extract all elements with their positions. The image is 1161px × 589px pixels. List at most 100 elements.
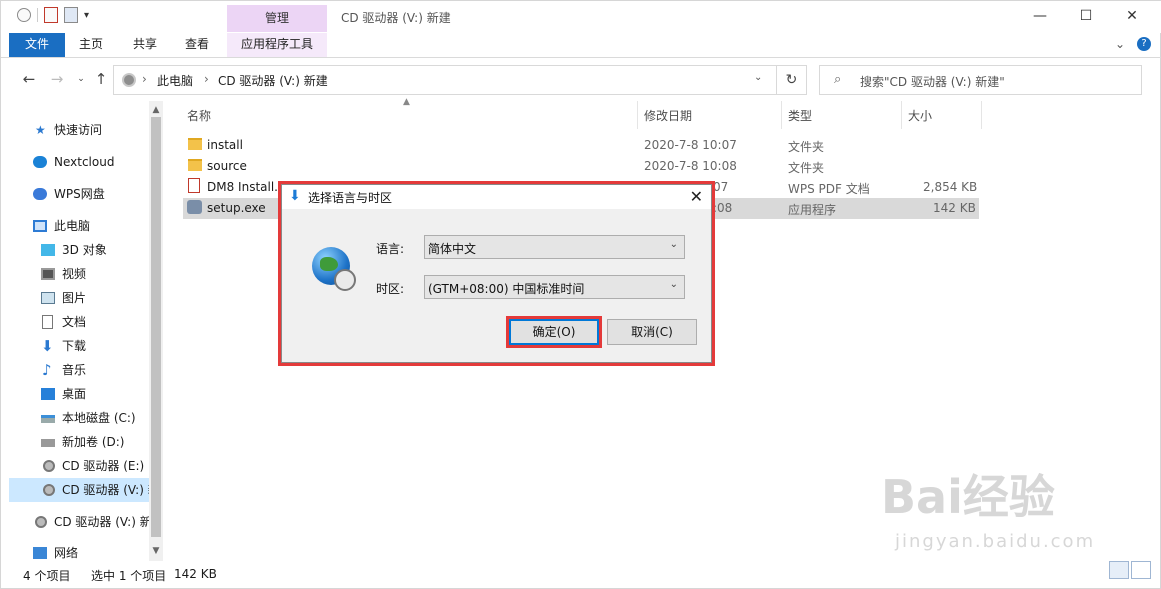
dialog-close-icon[interactable]: ✕ [690, 187, 703, 206]
cloud-icon [33, 188, 47, 200]
sidebar-item-pictures[interactable]: 图片 [1, 286, 161, 310]
refresh-icon[interactable]: ↻ [777, 65, 807, 95]
desktop-icon [41, 388, 55, 400]
cd-drive-icon [35, 516, 47, 528]
save-icon[interactable] [17, 8, 31, 22]
video-icon [41, 268, 55, 280]
scroll-up-icon[interactable]: ▲ [149, 103, 163, 117]
explorer-window: ▾ 管理 CD 驱动器 (V:) 新建 — ☐ ✕ 文件 主页 共享 查看 应用… [0, 0, 1161, 589]
cd-drive-icon [43, 460, 55, 472]
dialog-title: 选择语言与时区 [308, 191, 393, 205]
table-row[interactable]: install 2020-7-8 10:07 文件夹 [183, 135, 979, 156]
cd-drive-icon [43, 484, 55, 496]
search-placeholder: 搜索"CD 驱动器 (V:) 新建" [860, 75, 1005, 89]
status-size: 142 KB [174, 567, 217, 581]
sidebar-item-volume-d[interactable]: 新加卷 (D:) [1, 430, 161, 454]
maximize-button[interactable]: ☐ [1063, 1, 1109, 33]
up-icon[interactable]: ↑ [91, 69, 111, 89]
download-arrow-icon: ⬇ [289, 188, 301, 204]
star-icon: ★ [35, 123, 46, 137]
sidebar-scroll-thumb[interactable] [151, 117, 161, 537]
chevron-right-icon: › [204, 72, 209, 86]
column-separator[interactable] [901, 101, 902, 129]
dialog-title-bar: ⬇ 选择语言与时区 ✕ [282, 185, 711, 209]
context-tab-header: 管理 [227, 5, 327, 32]
installer-icon [187, 200, 202, 214]
search-input[interactable]: ⌕ 搜索"CD 驱动器 (V:) 新建" [819, 65, 1142, 95]
close-button[interactable]: ✕ [1109, 1, 1155, 33]
cube-icon [41, 244, 55, 256]
tab-share[interactable]: 共享 [125, 33, 165, 57]
sidebar-item-local-disk-c[interactable]: 本地磁盘 (C:) [1, 406, 161, 430]
table-row[interactable]: source 2020-7-8 10:08 文件夹 [183, 156, 979, 177]
minimize-button[interactable]: — [1017, 1, 1063, 33]
sidebar-item-cd-v-selected[interactable]: CD 驱动器 (V:) 新 [9, 478, 160, 502]
drive-icon [41, 439, 55, 447]
tab-view[interactable]: 查看 [177, 33, 217, 57]
clock-icon [334, 269, 356, 291]
sidebar-item-3d-objects[interactable]: 3D 对象 [1, 238, 161, 262]
recent-dropdown-icon[interactable]: ⌄ [71, 69, 91, 89]
download-icon: ⬇ [41, 337, 54, 355]
sidebar-item-desktop[interactable]: 桌面 [1, 382, 161, 406]
folder-icon [188, 138, 202, 150]
drive-icon [41, 415, 55, 423]
sidebar-item-quick-access[interactable]: ★ 快速访问 [1, 118, 161, 142]
column-name[interactable]: 名称 [187, 105, 211, 127]
sidebar-item-nextcloud[interactable]: Nextcloud [1, 150, 161, 174]
help-icon[interactable]: ? [1137, 37, 1151, 51]
sidebar-item-downloads[interactable]: ⬇ 下载 [1, 334, 161, 358]
sidebar-item-documents[interactable]: 文档 [1, 310, 161, 334]
network-icon [33, 547, 47, 559]
timezone-select[interactable]: (GTM+08:00) 中国标准时间 ⌄ [424, 275, 685, 299]
ok-button[interactable]: 确定(O) [509, 319, 599, 345]
language-label: 语言: [376, 242, 405, 256]
column-type[interactable]: 类型 [788, 105, 812, 127]
sidebar-item-network[interactable]: 网络 [1, 541, 161, 565]
timezone-label: 时区: [376, 282, 405, 296]
breadcrumb-current[interactable]: CD 驱动器 (V:) 新建 [218, 72, 328, 89]
cd-drive-icon [122, 73, 136, 87]
sidebar-item-cd-e[interactable]: CD 驱动器 (E:) [1, 454, 161, 478]
picture-icon [41, 292, 55, 304]
breadcrumb-this-pc[interactable]: 此电脑 [157, 72, 193, 89]
sidebar-item-videos[interactable]: 视频 [1, 262, 161, 286]
new-folder-icon[interactable] [64, 7, 78, 23]
sidebar-item-this-pc[interactable]: 此电脑 [1, 214, 161, 238]
column-separator[interactable] [981, 101, 982, 129]
tab-home[interactable]: 主页 [71, 33, 111, 57]
address-bar[interactable]: › ⌄ [113, 65, 777, 95]
chevron-down-icon: ⌄ [669, 239, 678, 250]
chevron-right-icon: › [142, 72, 147, 86]
ribbon-divider [1, 57, 1161, 58]
status-selected: 选中 1 个项目 [91, 569, 167, 583]
back-icon[interactable]: ← [19, 69, 39, 89]
forward-icon[interactable]: → [47, 69, 67, 89]
sidebar-item-wps-drive[interactable]: WPS网盘 [1, 182, 161, 206]
ribbon-expand-icon[interactable]: ⌄ [1115, 37, 1125, 51]
computer-icon [33, 220, 47, 232]
sort-ascending-icon: ▲ [403, 97, 410, 107]
tab-file[interactable]: 文件 [9, 33, 65, 57]
watermark: Bai经验 jingyan.baidu.com [881, 470, 1096, 552]
language-timezone-dialog: ⬇ 选择语言与时区 ✕ 语言: 简体中文 ⌄ 时区: (GTM+08:00) 中… [281, 184, 712, 363]
address-dropdown-icon[interactable]: ⌄ [754, 72, 762, 83]
window-title: CD 驱动器 (V:) 新建 [341, 11, 451, 25]
properties-icon[interactable] [44, 7, 58, 23]
column-separator[interactable] [637, 101, 638, 129]
sidebar-item-cd-v[interactable]: CD 驱动器 (V:) 新 [1, 510, 161, 534]
sidebar-item-music[interactable]: ♪ 音乐 [1, 358, 161, 382]
qat-dropdown-icon[interactable]: ▾ [84, 10, 89, 21]
column-separator[interactable] [781, 101, 782, 129]
column-size[interactable]: 大小 [908, 105, 932, 127]
search-icon: ⌕ [834, 72, 842, 87]
pdf-file-icon [188, 178, 200, 193]
tab-application-tools[interactable]: 应用程序工具 [227, 33, 327, 57]
language-select[interactable]: 简体中文 ⌄ [424, 235, 685, 259]
cloud-icon [33, 156, 47, 168]
quick-access-toolbar: ▾ [17, 7, 89, 23]
scroll-down-icon[interactable]: ▼ [149, 544, 163, 558]
music-icon: ♪ [42, 361, 52, 379]
cancel-button[interactable]: 取消(C) [607, 319, 697, 345]
column-date[interactable]: 修改日期 [644, 105, 692, 127]
